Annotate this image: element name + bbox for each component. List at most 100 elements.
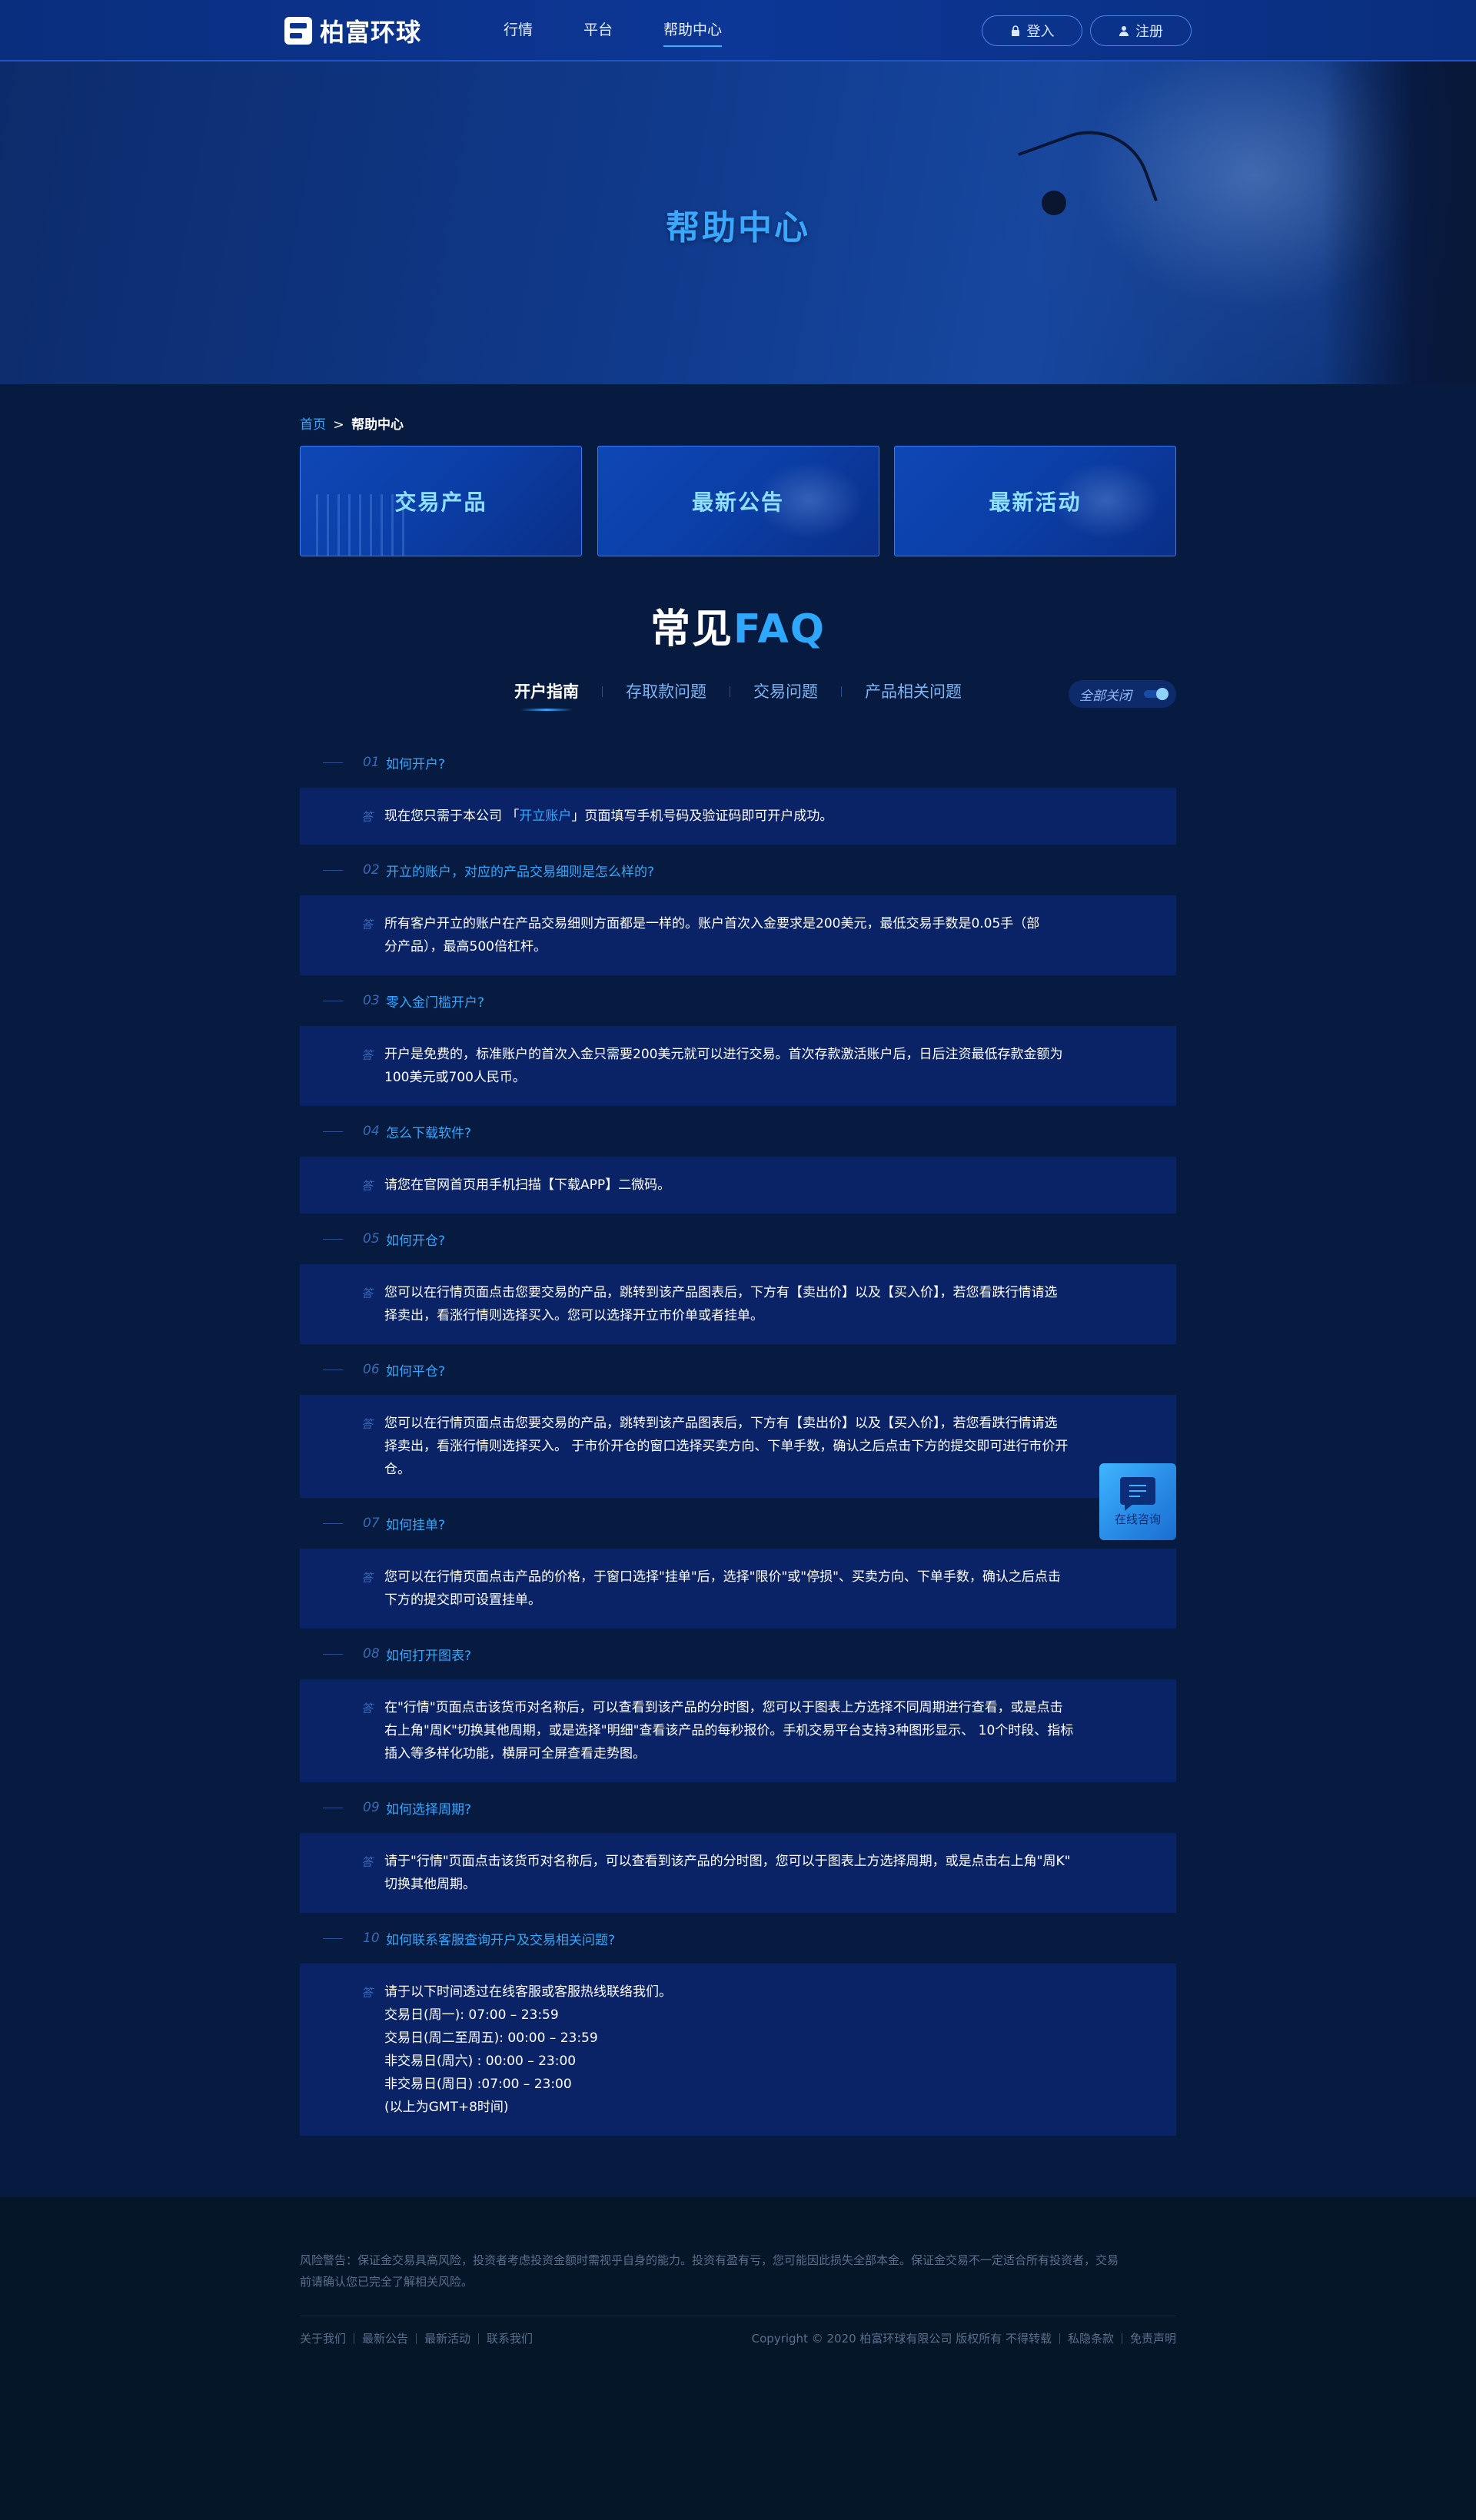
tab-deposit-withdrawal[interactable]: 存取款问题	[626, 677, 706, 715]
answer-mark: 答	[361, 918, 374, 931]
disclaimer-link[interactable]: 免责声明	[1130, 2330, 1176, 2346]
question-text: 如何平仓?	[386, 1363, 446, 1380]
logo-icon	[284, 17, 312, 45]
chat-icon	[1120, 1476, 1155, 1511]
question-line-decoration	[323, 762, 343, 763]
answer-line: 您可以在行情页面点击您要交易的产品，跳转到该产品图表后，下方有【卖出价】以及【买…	[384, 1416, 1058, 1431]
main-content: 首页 > 帮助中心 交易产品 最新公告 最新活动 常见FAQ 开户指南 存取款问…	[300, 384, 1176, 2197]
tab-product-questions[interactable]: 产品相关问题	[865, 677, 962, 715]
faq-question[interactable]: 09 如何选择周期?	[300, 1782, 1176, 1833]
login-button[interactable]: 登入	[982, 15, 1082, 46]
nav-item-market[interactable]: 行情	[504, 0, 533, 61]
footer-bottom: 关于我们 最新公告 最新活动 联系我们 Copyright © 2020 柏富环…	[300, 2330, 1176, 2346]
answer-line: 开户是免费的，标准账户的首次入金只需要200美元就可以进行交易。首次存款激活账户…	[384, 1047, 1063, 1062]
tab-divider	[602, 686, 603, 697]
faq-answer: 答您可以在行情页面点击产品的价格，于窗口选择"挂单"后，选择"限价"或"停损"、…	[300, 1549, 1176, 1629]
card-latest-announcements[interactable]: 最新公告	[597, 446, 879, 556]
card-label: 最新活动	[989, 490, 1082, 515]
nav-item-platform[interactable]: 平台	[583, 0, 613, 61]
banner-title: 帮助中心	[666, 208, 810, 247]
faq-question[interactable]: 05 如何开仓?	[300, 1214, 1176, 1264]
footer-links: 关于我们 最新公告 最新活动 联系我们	[300, 2330, 533, 2346]
faq-title-prefix: 常见	[650, 606, 733, 652]
answer-line: 请于以下时间透过在线客服或客服热线联络我们。	[384, 1984, 672, 2000]
footer-link-contact[interactable]: 联系我们	[487, 2330, 533, 2346]
answer-line: 右上角"周K"切换其他周期，或是选择"明细"查看该产品的每秒报价。手机交易平台支…	[384, 1723, 1074, 1738]
open-account-link[interactable]: 开立账户	[519, 808, 571, 824]
question-number: 03	[363, 993, 380, 1008]
risk-warning: 风险警告：保证金交易具高风险，投资者考虑投资金额时需视乎自身的能力。投资有盈有亏…	[300, 2249, 1176, 2293]
answer-line: 请您在官网首页用手机扫描【下载APP】二微码。	[384, 1177, 671, 1193]
answer-line: 择卖出，看涨行情则选择买入。 于市价开仓的窗口选择买卖方向、下单手数，确认之后点…	[384, 1439, 1069, 1454]
toggle-switch	[1144, 688, 1168, 700]
faq-title: 常见FAQ	[300, 596, 1176, 654]
question-line-decoration	[323, 1937, 343, 1939]
answer-text: 现在您只需于本公司 「	[384, 808, 520, 824]
privacy-link[interactable]: 私隐条款	[1068, 2330, 1114, 2346]
nav-item-help-center[interactable]: 帮助中心	[663, 0, 723, 61]
question-number: 02	[363, 862, 380, 878]
question-line-decoration	[323, 1653, 343, 1655]
answer-line: 下方的提交即可设置挂单。	[384, 1592, 541, 1608]
register-button[interactable]: 注册	[1090, 15, 1192, 46]
site-header: 柏富环球 行情 平台 帮助中心 登入 注册	[0, 0, 1476, 61]
answer-mark: 答	[361, 1179, 374, 1193]
faq-question[interactable]: 01 如何开户?	[300, 737, 1176, 788]
faq-answer: 答您可以在行情页面点击您要交易的产品，跳转到该产品图表后，下方有【卖出价】以及【…	[300, 1264, 1176, 1344]
faq-question[interactable]: 08 如何打开图表?	[300, 1629, 1176, 1679]
answer-line: 您可以在行情页面点击产品的价格，于窗口选择"挂单"后，选择"限价"或"停损"、买…	[384, 1569, 1061, 1585]
copyright: Copyright © 2020 柏富环球有限公司 版权所有 不得转载	[751, 2332, 1052, 2346]
auth-buttons: 登入 注册	[974, 15, 1192, 46]
risk-warning-line: 前请确认您已完全了解相关风险。	[300, 2275, 474, 2289]
faq-question[interactable]: 10 如何联系客服查询开户及交易相关问题?	[300, 1913, 1176, 1964]
answer-mark: 答	[361, 810, 374, 824]
faq-question[interactable]: 03 零入金门槛开户?	[300, 975, 1176, 1026]
logo[interactable]: 柏富环球	[284, 15, 421, 47]
question-line-decoration	[323, 1131, 343, 1132]
answer-mark: 答	[361, 1986, 374, 2000]
faq-tabs: 开户指南 存取款问题 交易问题 产品相关问题	[300, 677, 1176, 715]
login-label: 登入	[1026, 24, 1055, 40]
answer-line: 请于"行情"页面点击该货币对名称后，可以查看到该产品的分时图，您可以于图表上方选…	[384, 1854, 1071, 1869]
toggle-knob	[1156, 688, 1168, 700]
faq-answer: 答请您在官网首页用手机扫描【下载APP】二微码。	[300, 1157, 1176, 1214]
footer-link-announcements[interactable]: 最新公告	[362, 2330, 408, 2346]
faq-question[interactable]: 07 如何挂单?	[300, 1498, 1176, 1549]
question-number: 01	[363, 755, 380, 770]
faq-question[interactable]: 06 如何平仓?	[300, 1344, 1176, 1395]
faq-question[interactable]: 04 怎么下载软件?	[300, 1106, 1176, 1157]
answer-mark: 答	[361, 1571, 374, 1585]
answer-line: 在"行情"页面点击该货币对名称后，可以查看到该产品的分时图，您可以于图表上方选择…	[384, 1700, 1063, 1715]
question-text: 如何选择周期?	[386, 1801, 472, 1818]
footer-link-about[interactable]: 关于我们	[300, 2330, 346, 2346]
card-trading-products[interactable]: 交易产品	[300, 446, 582, 556]
answer-line: 交易日(周二至周五): 00:00 – 23:59	[384, 2030, 598, 2046]
answer-line: 非交易日(周六) : 00:00 – 23:00	[384, 2054, 577, 2069]
answer-line: 插入等多样化功能，横屏可全屏查看走势图。	[384, 1746, 646, 1761]
header-inner: 柏富环球 行情 平台 帮助中心 登入 注册	[284, 0, 1192, 61]
answer-line: 切换其他周期。	[384, 1877, 476, 1892]
faq-answer: 答开户是免费的，标准账户的首次入金只需要200美元就可以进行交易。首次存款激活账…	[300, 1026, 1176, 1106]
risk-warning-line: 风险警告：保证金交易具高风险，投资者考虑投资金额时需视乎自身的能力。投资有盈有亏…	[300, 2253, 1119, 2267]
footer-link-activities[interactable]: 最新活动	[424, 2330, 470, 2346]
online-consult-button[interactable]: 在线咨询	[1099, 1463, 1176, 1540]
tab-trading-questions[interactable]: 交易问题	[753, 677, 818, 715]
site-footer: 风险警告：保证金交易具高风险，投资者考虑投资金额时需视乎自身的能力。投资有盈有亏…	[0, 2197, 1476, 2520]
tab-account-opening-guide[interactable]: 开户指南	[514, 677, 579, 715]
footer-inner: 风险警告：保证金交易具高风险，投资者考虑投资金额时需视乎自身的能力。投资有盈有亏…	[300, 2249, 1176, 2346]
breadcrumb-home-link[interactable]: 首页	[300, 417, 326, 433]
card-latest-activities[interactable]: 最新活动	[894, 446, 1176, 556]
faq-answer: 答请于"行情"页面点击该货币对名称后，可以查看到该产品的分时图，您可以于图表上方…	[300, 1833, 1176, 1913]
collapse-all-toggle[interactable]: 全部关闭	[1069, 680, 1176, 708]
footer-separator	[1059, 2332, 1060, 2344]
breadcrumb: 首页 > 帮助中心	[300, 384, 1176, 446]
faq-question[interactable]: 02 开立的账户，对应的产品交易细则是怎么样的?	[300, 845, 1176, 895]
question-line-decoration	[323, 1522, 343, 1524]
answer-line: 仓。	[384, 1462, 411, 1477]
breadcrumb-current: 帮助中心	[351, 417, 404, 433]
faq-answer: 答在"行情"页面点击该货币对名称后，可以查看到该产品的分时图，您可以于图表上方选…	[300, 1679, 1176, 1782]
category-cards: 交易产品 最新公告 最新活动	[300, 446, 1176, 556]
footer-separator	[478, 2332, 480, 2344]
question-number: 05	[363, 1231, 380, 1247]
question-text: 开立的账户，对应的产品交易细则是怎么样的?	[386, 864, 655, 880]
